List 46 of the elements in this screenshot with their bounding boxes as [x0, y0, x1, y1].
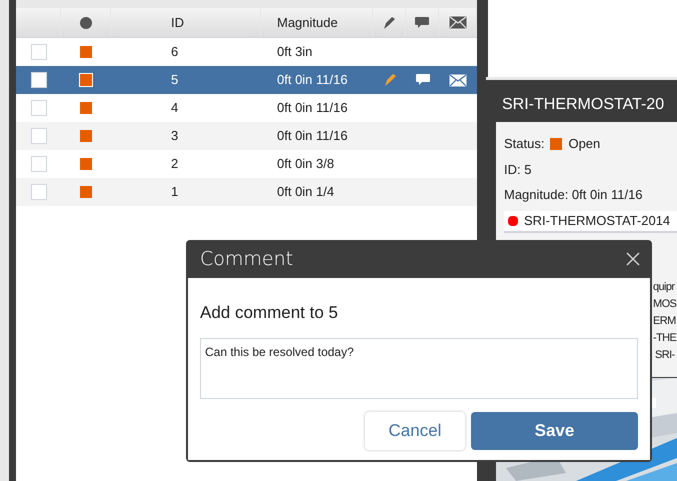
- table-cell: 0ft 0in 11/16: [277, 100, 348, 116]
- item-row[interactable]: SRI-THERMOSTAT-2014: [504, 210, 677, 232]
- status-value: Open: [568, 135, 600, 153]
- partial-text: SRI-: [654, 348, 676, 363]
- partial-text: MOS: [653, 297, 676, 312]
- table-cell: 0ft 3in: [277, 44, 312, 60]
- item-label: SRI-THERMOSTAT-2014: [524, 212, 670, 230]
- row-checkbox[interactable]: [30, 100, 46, 116]
- status-column-icon: [80, 16, 92, 28]
- table-cell: 6: [171, 44, 178, 60]
- table-cell: 5: [171, 72, 178, 88]
- table-cell: 0ft 0in 11/16: [277, 72, 348, 88]
- table-cell: 0ft 0in 3/8: [277, 156, 334, 172]
- table-row[interactable]: 3 0ft 0in 11/16: [16, 122, 477, 150]
- id-label: ID: 5: [504, 160, 532, 178]
- envelope-icon: [448, 16, 466, 29]
- table-cell: 2: [171, 156, 178, 172]
- table-cell: 1: [171, 184, 178, 200]
- partial-text: ERM: [653, 314, 676, 329]
- table-row[interactable]: 1 0ft 0in 1/4: [16, 178, 477, 206]
- comment-field[interactable]: Can this be resolved today?: [200, 338, 638, 398]
- row-checkbox[interactable]: [30, 156, 46, 172]
- table-cell: 4: [171, 100, 178, 116]
- partial-text: quipr: [653, 280, 676, 295]
- column-header[interactable]: Magnitude: [261, 12, 338, 32]
- row-checkbox[interactable]: [30, 44, 46, 60]
- status-square: [550, 138, 562, 150]
- magnitude-label: Magnitude: 0ft 0in 11/16: [504, 186, 644, 204]
- dialog-title: Comment: [200, 246, 294, 272]
- dialog-heading: Add comment to 5: [200, 302, 339, 324]
- status-label: Status:: [504, 135, 544, 153]
- pencil-icon: [382, 16, 396, 30]
- row-checkbox[interactable]: [30, 128, 46, 144]
- partial-text: -THE: [653, 331, 676, 346]
- table-cell: 0ft 0in 11/16: [277, 128, 348, 144]
- panel-title: SRI-THERMOSTAT-20: [502, 95, 664, 115]
- close-icon[interactable]: [626, 252, 640, 266]
- table-row[interactable]: 5 0ft 0in 11/16: [16, 66, 477, 94]
- cancel-button[interactable]: Cancel: [365, 412, 465, 450]
- table-cell: 3: [171, 128, 178, 144]
- row-checkbox[interactable]: [30, 184, 46, 200]
- save-button[interactable]: Save: [471, 412, 638, 450]
- row-checkbox[interactable]: [30, 72, 46, 88]
- speech-bubble-icon: [414, 16, 430, 30]
- table-cell: 0ft 0in 1/4: [277, 184, 334, 200]
- column-header[interactable]: ID: [111, 12, 184, 32]
